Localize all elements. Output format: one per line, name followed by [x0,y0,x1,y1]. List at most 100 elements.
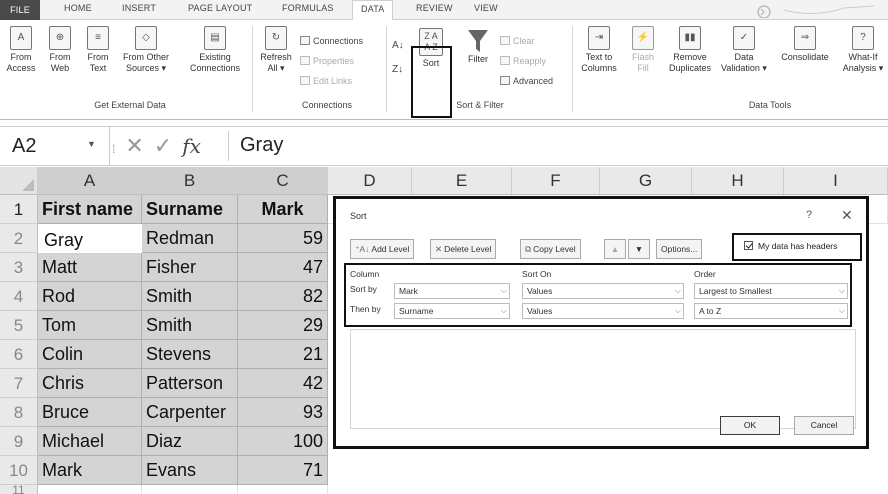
cell-b5[interactable]: Smith [142,311,238,340]
cell-a5[interactable]: Tom [38,311,142,340]
cell-b7[interactable]: Patterson [142,369,238,398]
cell-c2[interactable]: 59 [238,224,328,253]
column-header-a[interactable]: A [38,167,142,195]
cell-b2[interactable]: Redman [142,224,238,253]
then-by-sort-on-select[interactable]: Values ⌵ [522,303,684,319]
tab-data[interactable]: DATA [352,0,394,21]
row-header-3[interactable]: 3 [0,253,38,282]
cell-b1[interactable]: Surname [142,195,238,224]
tab-page-layout[interactable]: PAGE LAYOUT [188,3,252,13]
cell-a2-active[interactable]: Gray [38,224,142,253]
what-if-analysis-button[interactable]: ? What-If Analysis ▾ [838,26,888,74]
cell-b9[interactable]: Diaz [142,427,238,456]
cell-c7[interactable]: 42 [238,369,328,398]
column-header-d[interactable]: D [328,167,412,195]
cell-b10[interactable]: Evans [142,456,238,485]
name-box-dropdown-icon[interactable]: ▼ [87,139,96,149]
cancel-button[interactable]: Cancel [794,416,854,435]
cell-a6[interactable]: Colin [38,340,142,369]
row-header-9[interactable]: 9 [0,427,38,456]
row-header-10[interactable]: 10 [0,456,38,485]
connections-button[interactable]: Connections [300,36,363,46]
ok-button[interactable]: OK [720,416,780,435]
filter-button[interactable]: Filter [458,28,498,65]
cell-c8[interactable]: 93 [238,398,328,427]
properties-button[interactable]: Properties [300,56,354,66]
tab-home[interactable]: HOME [64,3,92,13]
sort-by-column-select[interactable]: Mark ⌵ [394,283,510,299]
clear-filter-button[interactable]: Clear [500,36,535,46]
refresh-all-button[interactable]: ↻ Refresh All ▾ [256,26,296,74]
tab-file[interactable]: FILE [0,0,40,20]
cell-c1[interactable]: Mark [238,195,328,224]
my-data-has-headers-checkbox[interactable]: My data has headers [732,233,862,261]
tab-formulas[interactable]: FORMULAS [282,3,334,13]
cell-a9[interactable]: Michael [38,427,142,456]
delete-level-button[interactable]: ✕ Delete Level [430,239,497,259]
column-header-f[interactable]: F [512,167,600,195]
row-header-2[interactable]: 2 [0,224,38,253]
cell-c11[interactable] [238,485,328,494]
cell-b4[interactable]: Smith [142,282,238,311]
cell-c6[interactable]: 21 [238,340,328,369]
from-other-sources-button[interactable]: ◇ From Other Sources ▾ [116,26,176,74]
insert-function-icon[interactable]: fx [182,134,201,158]
column-header-b[interactable]: B [142,167,238,195]
tab-review[interactable]: REVIEW [416,3,453,13]
copy-level-button[interactable]: ⧉ Copy Level [520,239,581,259]
row-header-8[interactable]: 8 [0,398,38,427]
cancel-entry-icon[interactable]: ✕ [125,133,143,158]
sort-by-order-select[interactable]: Largest to Smallest ⌵ [694,283,848,299]
cell-c4[interactable]: 82 [238,282,328,311]
cell-a1[interactable]: First name [38,195,142,224]
from-text-button[interactable]: ≡ From Text [80,26,116,74]
column-header-i[interactable]: I [784,167,888,195]
move-up-button[interactable]: ▲ [604,239,626,259]
existing-connections-button[interactable]: ▤ Existing Connections [184,26,246,74]
formula-input[interactable]: Gray [240,134,283,157]
select-all-corner[interactable] [0,167,38,195]
advanced-filter-button[interactable]: Advanced [500,76,553,86]
close-icon[interactable]: ✕ [841,207,853,224]
column-header-e[interactable]: E [412,167,512,195]
cell-c10[interactable]: 71 [238,456,328,485]
sort-ascending-icon[interactable]: A↓ [392,40,404,51]
sort-descending-icon[interactable]: Z↓ [392,64,403,75]
row-header-7[interactable]: 7 [0,369,38,398]
tab-view[interactable]: VIEW [474,3,498,13]
column-header-h[interactable]: H [692,167,784,195]
consolidate-button[interactable]: ⇒ Consolidate [774,26,836,63]
column-header-c[interactable]: C [238,167,328,195]
help-icon[interactable]: ? [806,209,812,221]
row-header-11[interactable]: 11 [0,484,38,494]
from-access-button[interactable]: A From Access [2,26,40,74]
cell-a10[interactable]: Mark [38,456,142,485]
row-header-4[interactable]: 4 [0,282,38,311]
cell-a11[interactable] [38,485,142,494]
row-header-6[interactable]: 6 [0,340,38,369]
then-by-column-select[interactable]: Surname ⌵ [394,303,510,319]
cell-b8[interactable]: Carpenter [142,398,238,427]
row-header-1[interactable]: 1 [0,195,38,224]
confirm-entry-icon[interactable]: ✓ [154,133,172,158]
cell-a4[interactable]: Rod [38,282,142,311]
cell-b3[interactable]: Fisher [142,253,238,282]
tab-insert[interactable]: INSERT [122,3,156,13]
row-header-5[interactable]: 5 [0,311,38,340]
sort-by-sort-on-select[interactable]: Values ⌵ [522,283,684,299]
column-header-g[interactable]: G [600,167,692,195]
text-to-columns-button[interactable]: ⇥ Text to Columns [576,26,622,74]
then-by-order-select[interactable]: A to Z ⌵ [694,303,848,319]
edit-links-button[interactable]: Edit Links [300,76,352,86]
cell-c3[interactable]: 47 [238,253,328,282]
cell-c5[interactable]: 29 [238,311,328,340]
cell-b6[interactable]: Stevens [142,340,238,369]
options-button[interactable]: Options... [656,239,703,259]
remove-duplicates-button[interactable]: ▮▮ Remove Duplicates [662,26,718,74]
data-validation-button[interactable]: ✓ Data Validation ▾ [716,26,772,74]
cell-a7[interactable]: Chris [38,369,142,398]
add-level-button[interactable]: ⁺A↓ Add Level [350,239,415,259]
cell-c9[interactable]: 100 [238,427,328,456]
cell-b11[interactable] [142,485,238,494]
flash-fill-button[interactable]: ⚡ Flash Fill [626,26,660,74]
